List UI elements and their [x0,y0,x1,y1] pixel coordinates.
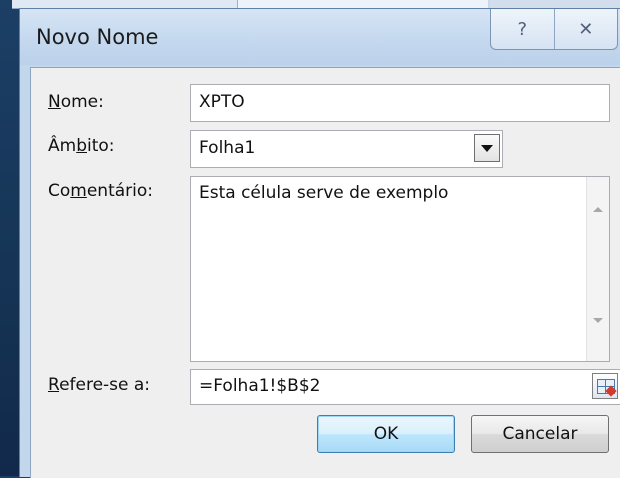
caption-buttons: ? ✕ [490,9,618,50]
scope-select[interactable]: Folha1 [190,130,503,168]
dialog-client-area: Nome: XPTO Âmbito: Folha1 Comentário: Es… [30,67,620,478]
help-icon: ? [517,18,528,40]
refers-to-label: Refere-se a: [48,375,151,395]
close-button[interactable]: ✕ [553,9,618,49]
background-toolbar-segment [490,0,620,8]
name-input[interactable]: XPTO [190,84,610,122]
comment-textarea[interactable]: Esta célula serve de exemplo [190,176,610,362]
scope-dropdown-button[interactable] [474,134,500,162]
scroll-down-icon[interactable] [593,318,603,323]
background-formula-segment [238,0,488,8]
chevron-down-icon [481,144,493,152]
comment-textarea-value: Esta célula serve de exemplo [199,183,449,203]
background-toolbar-segment [12,0,238,8]
new-name-dialog: Novo Nome ? ✕ Nome: XPTO Âmbito: Folha1 … [19,8,620,478]
cancel-button-label: Cancelar [502,424,578,444]
comment-scrollbar[interactable] [586,177,609,361]
cancel-button[interactable]: Cancelar [471,415,609,453]
range-select-button[interactable] [592,373,618,399]
comment-label: Comentário: [48,181,154,201]
dialog-titlebar[interactable]: Novo Nome ? ✕ [20,9,620,65]
scope-select-value: Folha1 [199,138,256,158]
scroll-up-icon[interactable] [593,207,603,212]
refers-to-input-value: =Folha1!$B$2 [199,376,321,396]
ok-button[interactable]: OK [317,415,455,453]
close-icon: ✕ [578,18,594,40]
name-input-value: XPTO [199,92,245,112]
dialog-title: Novo Nome [36,25,159,49]
ok-button-label: OK [373,424,399,444]
help-button[interactable]: ? [491,9,554,49]
name-label: Nome: [48,92,104,112]
scope-label: Âmbito: [48,136,115,156]
refers-to-input[interactable]: =Folha1!$B$2 [190,369,620,405]
